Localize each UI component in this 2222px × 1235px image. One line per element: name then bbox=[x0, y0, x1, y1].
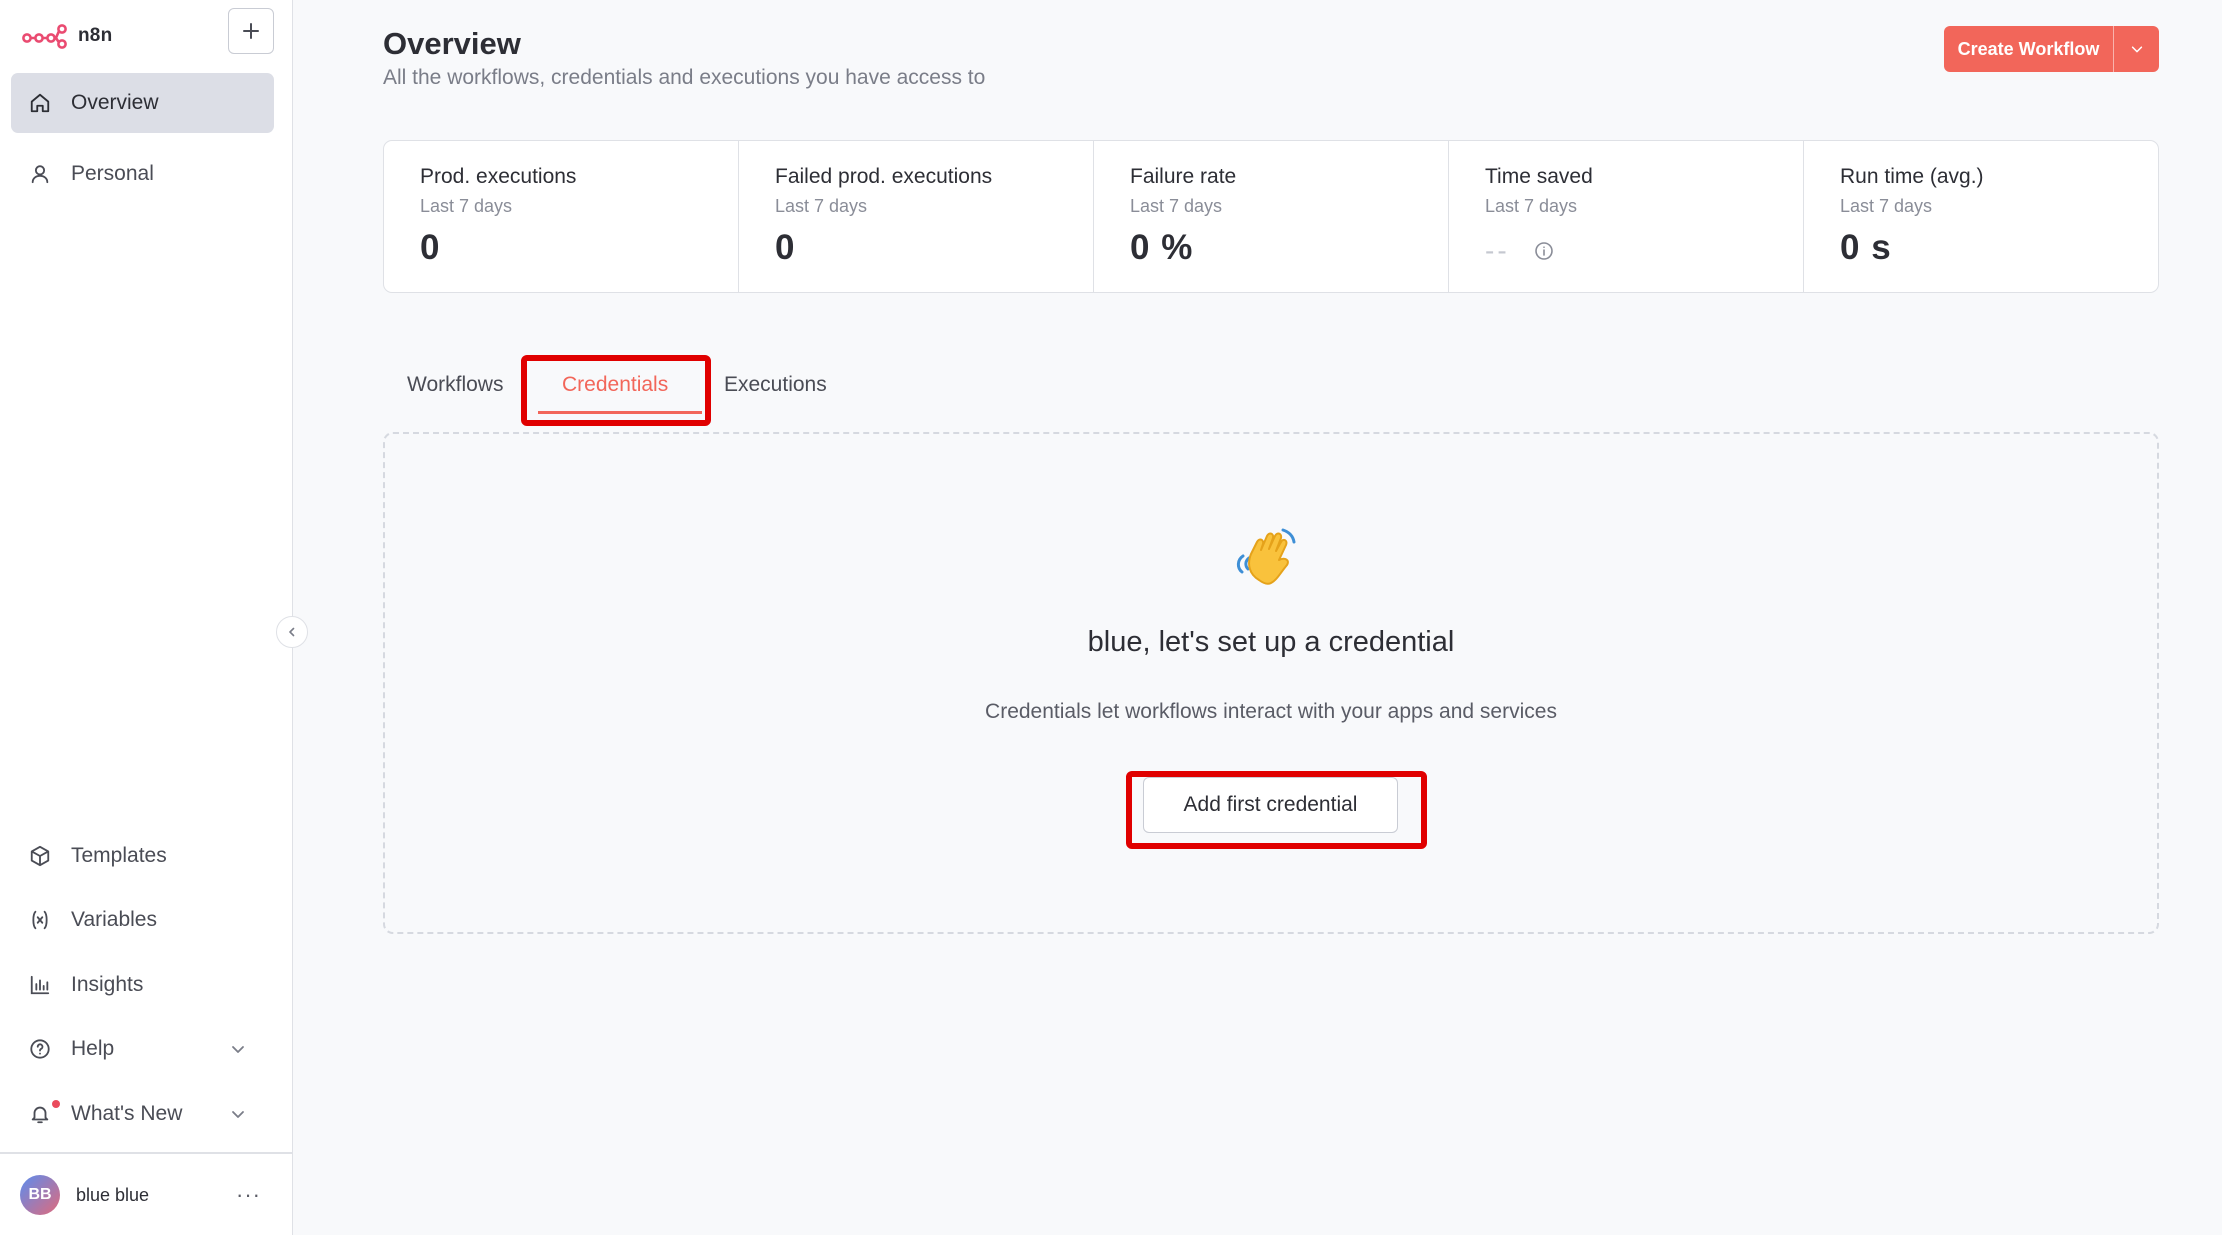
sidebar-item-overview[interactable]: Overview bbox=[11, 73, 274, 133]
stat-period: Last 7 days bbox=[1130, 196, 1223, 216]
bell-icon bbox=[31, 1106, 49, 1124]
collapse-sidebar-button[interactable] bbox=[276, 616, 308, 648]
chart-icon bbox=[30, 975, 50, 995]
sidebar-item-templates[interactable]: Templates bbox=[11, 826, 274, 886]
stat-value: -- bbox=[1485, 235, 1510, 266]
stat-value: 0 s bbox=[1840, 228, 1892, 267]
tab-workflows[interactable]: Workflows bbox=[407, 373, 503, 397]
sidebar: n8n Overview Personal Templates Variable… bbox=[0, 0, 293, 1235]
chevron-down-icon bbox=[2131, 46, 2142, 53]
stat-failure-rate[interactable]: Failure rate Last 7 days 0 % bbox=[1094, 141, 1449, 292]
stat-value: 0 bbox=[420, 228, 441, 267]
stat-prod-executions[interactable]: Prod. executions Last 7 days 0 bbox=[384, 141, 739, 292]
chevron-down-icon bbox=[232, 1046, 244, 1053]
sidebar-item-label: Overview bbox=[71, 91, 159, 114]
empty-state-container bbox=[383, 432, 2159, 934]
stat-period: Last 7 days bbox=[1485, 196, 1578, 216]
sidebar-item-personal[interactable]: Personal bbox=[11, 144, 274, 204]
chevron-left-icon bbox=[289, 627, 295, 637]
user-icon bbox=[31, 165, 49, 184]
tab-executions[interactable]: Executions bbox=[724, 373, 827, 397]
sidebar-item-label: Personal bbox=[71, 162, 154, 185]
page-subtitle: All the workflows, credentials and execu… bbox=[383, 66, 986, 89]
create-workflow-dropdown[interactable] bbox=[2114, 26, 2159, 72]
sidebar-item-label: Insights bbox=[71, 973, 144, 996]
empty-state-description: Credentials let workflows interact with … bbox=[985, 700, 1557, 723]
help-icon bbox=[30, 1039, 50, 1059]
info-icon[interactable] bbox=[1534, 241, 1554, 261]
stat-run-time[interactable]: Run time (avg.) Last 7 days 0 s bbox=[1804, 141, 2158, 292]
stat-label: Failed prod. executions bbox=[775, 165, 993, 188]
n8n-logo[interactable]: n8n bbox=[22, 20, 112, 52]
sidebar-divider bbox=[0, 1152, 293, 1154]
avatar: BB bbox=[20, 1175, 60, 1215]
sidebar-item-insights[interactable]: Insights bbox=[11, 955, 274, 1015]
chevron-down-icon bbox=[232, 1111, 244, 1118]
stat-label: Failure rate bbox=[1130, 165, 1237, 188]
empty-state-heading: blue, let's set up a credential bbox=[1087, 626, 1455, 658]
add-button[interactable] bbox=[228, 8, 274, 54]
sidebar-item-variables[interactable]: Variables bbox=[11, 890, 274, 950]
sidebar-item-help[interactable]: Help bbox=[11, 1019, 274, 1079]
sidebar-item-label: Variables bbox=[71, 908, 157, 931]
more-options-icon[interactable]: ··· bbox=[236, 1183, 261, 1207]
highlight-box-credentials-tab bbox=[521, 355, 711, 426]
stat-failed-prod-executions[interactable]: Failed prod. executions Last 7 days 0 bbox=[739, 141, 1094, 292]
stat-label: Run time (avg.) bbox=[1840, 165, 1984, 188]
highlight-box-add-credential bbox=[1126, 771, 1427, 849]
stat-time-saved[interactable]: Time saved Last 7 days -- bbox=[1449, 141, 1804, 292]
page-title: Overview bbox=[383, 26, 521, 61]
user-name: blue blue bbox=[76, 1184, 150, 1205]
variable-icon bbox=[32, 910, 48, 930]
sidebar-item-label: What's New bbox=[71, 1102, 183, 1125]
sidebar-item-label: Help bbox=[71, 1037, 115, 1060]
home-icon bbox=[30, 93, 50, 113]
stat-period: Last 7 days bbox=[775, 196, 868, 216]
stat-period: Last 7 days bbox=[420, 196, 513, 216]
notification-dot bbox=[52, 1100, 60, 1108]
plus-icon bbox=[243, 23, 259, 39]
sidebar-item-label: Templates bbox=[71, 844, 167, 867]
user-menu[interactable]: BB blue blue bbox=[20, 1175, 149, 1215]
logo-text: n8n bbox=[78, 25, 113, 46]
sidebar-item-whats-new[interactable]: What's New bbox=[11, 1084, 274, 1144]
n8n-logo-icon bbox=[22, 24, 67, 49]
stat-label: Time saved bbox=[1485, 165, 1593, 188]
stat-value: 0 bbox=[775, 228, 796, 267]
waving-hand-icon bbox=[1236, 528, 1296, 585]
box-icon bbox=[30, 845, 50, 867]
stat-label: Prod. executions bbox=[420, 165, 577, 188]
create-workflow-button[interactable]: Create Workflow bbox=[1944, 26, 2114, 72]
create-workflow-split-button: Create Workflow bbox=[1944, 26, 2159, 72]
stat-value: 0 % bbox=[1130, 228, 1194, 267]
stat-period: Last 7 days bbox=[1840, 196, 1933, 216]
insights-summary: Prod. executions Last 7 days 0 Failed pr… bbox=[383, 140, 2159, 293]
